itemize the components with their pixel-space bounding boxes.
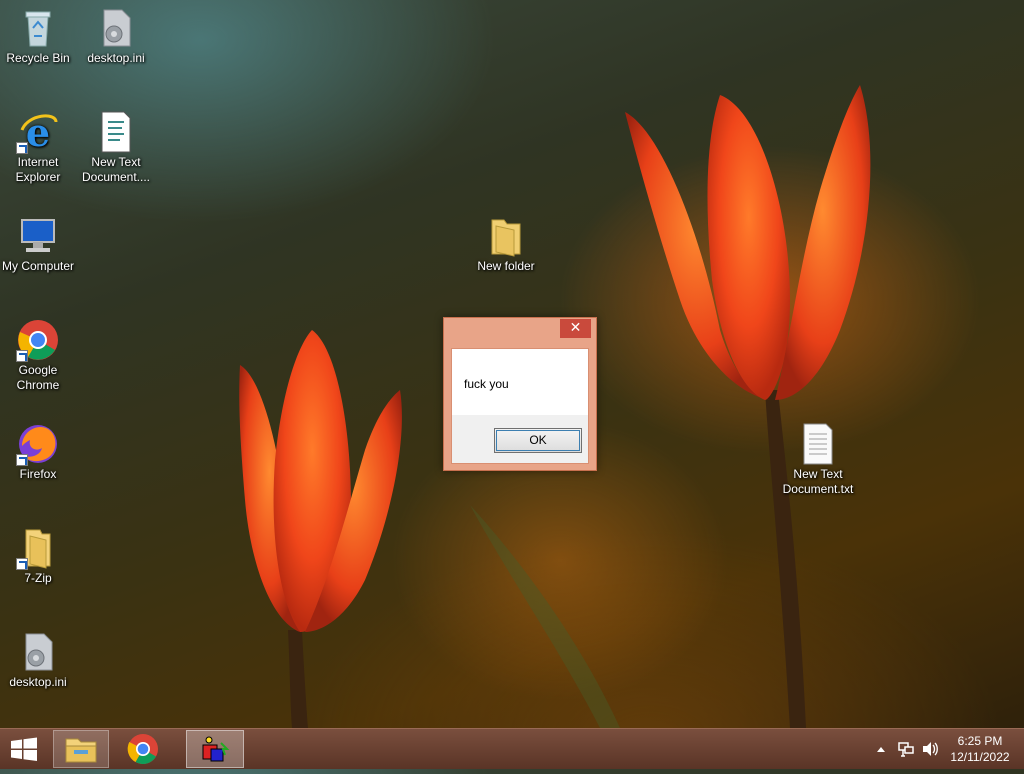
settings-file-icon bbox=[16, 630, 60, 674]
clock-time: 6:25 PM bbox=[957, 734, 1003, 748]
desktop-icon-label: New folder bbox=[477, 259, 535, 273]
taskbar-file-explorer[interactable] bbox=[53, 730, 109, 768]
taskbar: 6:25 PM 12/11/2022 bbox=[0, 728, 1024, 769]
network-icon bbox=[898, 742, 914, 757]
desktop-icon-new-text-document-2[interactable]: New Text Document.txt bbox=[776, 422, 860, 497]
desktop-icon-desktop-ini-top[interactable]: desktop.ini bbox=[74, 6, 158, 66]
desktop-icon-new-text-document-1[interactable]: New Text Document.... bbox=[74, 110, 158, 185]
desktop-icon-label: Recycle Bin bbox=[6, 51, 70, 65]
desktop-icon-label: My Computer bbox=[1, 259, 75, 273]
shortcut-arrow-icon bbox=[16, 142, 28, 154]
shortcut-arrow-icon bbox=[16, 558, 28, 570]
desktop-icon-label: New Text Document.txt bbox=[782, 467, 854, 496]
desktop-icon-label: Internet Explorer bbox=[15, 155, 61, 184]
file-explorer-icon bbox=[65, 738, 97, 763]
desktop-icon-google-chrome[interactable]: Google Chrome bbox=[0, 318, 80, 393]
desktop-icon-new-folder[interactable]: New folder bbox=[464, 214, 548, 274]
network-tray-button[interactable] bbox=[896, 729, 916, 769]
desktop-icon-label: Google Chrome bbox=[16, 363, 60, 392]
desktop-icon-recycle-bin[interactable]: Recycle Bin bbox=[0, 6, 80, 66]
clock-date: 12/11/2022 bbox=[950, 750, 1010, 764]
dialog-message-area: fuck you bbox=[452, 349, 588, 415]
desktop-icon-7-zip[interactable]: 7-Zip bbox=[0, 526, 80, 586]
desktop-icon-label: 7-Zip bbox=[24, 571, 52, 585]
desktop-icon-internet-explorer[interactable]: e Internet Explorer bbox=[0, 110, 80, 185]
text-document-icon bbox=[94, 110, 138, 154]
windows-logo-icon bbox=[11, 737, 37, 761]
text-document-icon bbox=[796, 422, 840, 466]
folder-icon bbox=[484, 214, 528, 258]
chrome-icon bbox=[16, 318, 60, 362]
shortcut-arrow-icon bbox=[16, 350, 28, 362]
dialog-message: fuck you bbox=[464, 377, 509, 391]
chrome-icon bbox=[127, 734, 158, 765]
start-button[interactable] bbox=[0, 730, 48, 768]
shortcut-arrow-icon bbox=[16, 454, 28, 466]
application-icon bbox=[202, 736, 230, 762]
desktop-icon-desktop-ini-bottom[interactable]: desktop.ini bbox=[0, 630, 80, 690]
message-dialog[interactable]: ✕ fuck you OK bbox=[443, 317, 597, 471]
close-button[interactable]: ✕ bbox=[560, 319, 591, 338]
desktop-icon-label: New Text Document.... bbox=[81, 155, 151, 184]
desktop-icon-my-computer[interactable]: My Computer bbox=[0, 214, 80, 274]
speaker-icon bbox=[923, 742, 938, 756]
show-hidden-icons-button[interactable] bbox=[874, 729, 888, 769]
desktop-icon-label: desktop.ini bbox=[9, 675, 67, 689]
folder-icon bbox=[16, 526, 60, 570]
firefox-icon bbox=[16, 422, 60, 466]
internet-explorer-icon: e bbox=[16, 110, 60, 155]
taskbar-active-app[interactable] bbox=[186, 730, 244, 768]
settings-file-icon bbox=[94, 6, 138, 50]
taskbar-chrome[interactable] bbox=[116, 730, 172, 768]
chevron-up-icon bbox=[877, 747, 885, 752]
desktop-icon-firefox[interactable]: Firefox bbox=[0, 422, 80, 482]
computer-icon bbox=[16, 214, 60, 258]
clock[interactable]: 6:25 PM 12/11/2022 bbox=[940, 729, 1020, 773]
desktop-icon-label: Firefox bbox=[19, 467, 57, 481]
dialog-client-area: fuck you OK bbox=[451, 348, 589, 464]
ok-button[interactable]: OK bbox=[494, 428, 582, 453]
desktop-icon-label: desktop.ini bbox=[87, 51, 145, 65]
volume-tray-button[interactable] bbox=[920, 729, 940, 769]
recycle-bin-icon bbox=[16, 6, 60, 50]
